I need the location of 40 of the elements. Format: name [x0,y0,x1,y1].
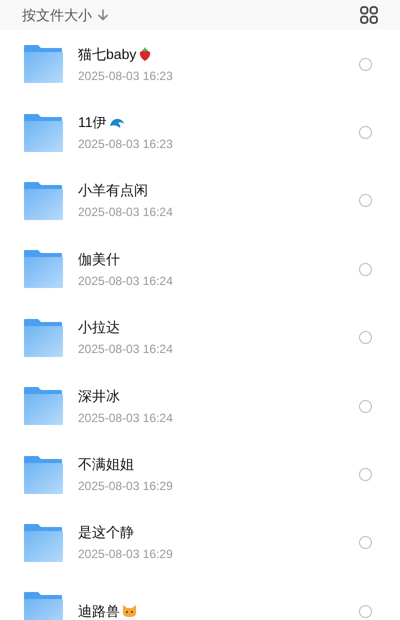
modified-date: 2025-08-03 16:24 [78,204,174,222]
select-radio[interactable] [359,126,372,140]
folder-name[interactable]: 小拉达 [78,317,120,338]
folder-name[interactable]: 迪路兽 [78,600,120,620]
folder-icon [24,182,63,220]
select-radio[interactable] [359,536,372,550]
modified-date: 2025-08-03 16:29 [78,478,174,496]
modified-date: 2025-08-03 16:23 [78,68,174,85]
folder-icon [24,387,63,426]
folder-icon [24,524,63,562]
folder-name[interactable]: 11伊 [78,112,107,134]
select-radio[interactable] [359,58,372,71]
folder-icon [24,114,63,152]
cat-face-icon [122,604,137,618]
select-radio[interactable] [359,604,372,618]
modified-date: 2025-08-03 16:24 [78,341,174,358]
folder-icon [24,318,63,357]
folder-name[interactable]: 不满姐姐 [78,454,134,476]
grid-view-icon[interactable] [360,6,378,24]
select-radio[interactable] [359,400,372,413]
folder-icon [24,45,63,84]
folder-name[interactable]: 小羊有点闲 [78,180,148,202]
folder-icon [24,456,63,494]
select-radio[interactable] [359,262,372,276]
select-radio[interactable] [359,468,372,482]
folder-icon [24,592,63,620]
folder-name[interactable]: 伽美什 [78,248,120,270]
modified-date: 2025-08-03 16:29 [78,546,174,564]
select-radio[interactable] [359,331,372,344]
modified-date: 2025-08-03 16:24 [78,410,174,427]
folder-name[interactable]: 深井冰 [78,386,120,407]
folder-icon [24,250,63,288]
modified-date: 2025-08-03 16:23 [78,136,174,154]
strawberry-icon [138,46,152,62]
modified-date: 2025-08-03 16:24 [78,272,174,290]
folder-name[interactable]: 猫七baby [78,44,136,65]
folder-name[interactable]: 是这个静 [78,522,134,544]
sort-label[interactable]: 按文件大小 [22,4,92,26]
select-radio[interactable] [359,194,372,208]
arrow-down-icon[interactable] [98,9,108,21]
